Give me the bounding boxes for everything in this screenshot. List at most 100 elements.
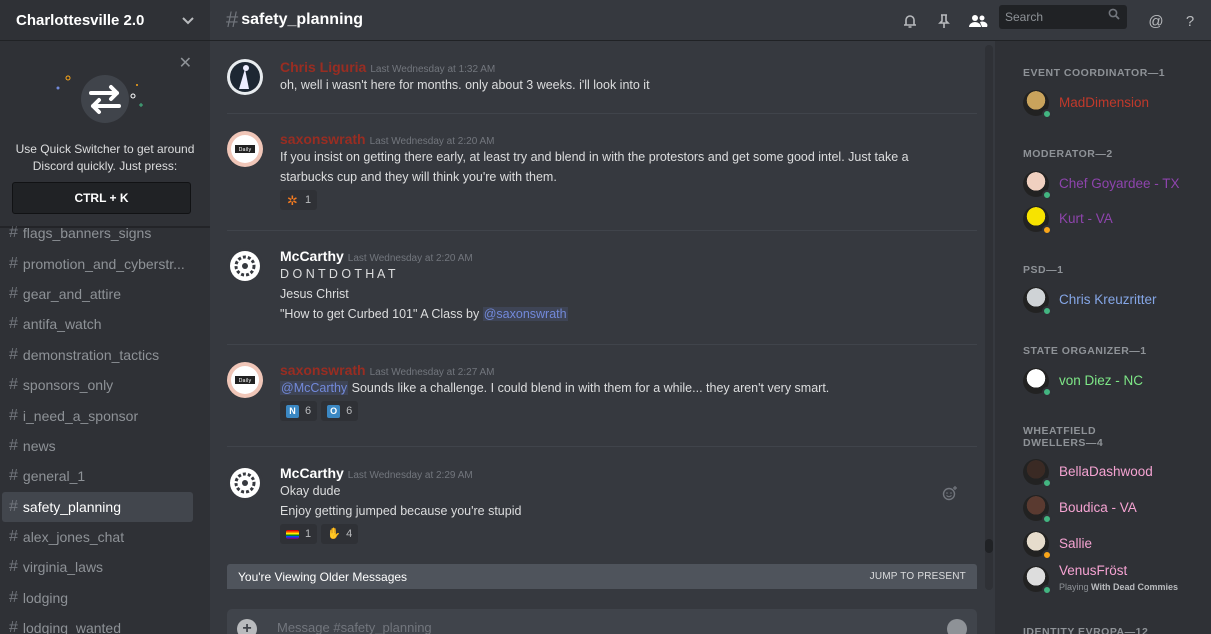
status-online-icon [1042,387,1052,397]
reaction[interactable]: O 6 [321,401,359,421]
avatar[interactable] [227,248,263,284]
member-name: Chris Kreuzritter [1059,292,1157,307]
server-header[interactable]: Charlottesville 2.0 [0,0,210,41]
user-mention[interactable]: @saxonswrath [482,307,568,321]
avatar[interactable] [227,59,263,95]
channel-item[interactable]: # antifa_watch [0,309,210,339]
avatar[interactable] [1023,171,1052,200]
jump-to-present-button[interactable]: JUMP TO PRESENT [870,571,966,582]
status-online-icon [1042,306,1052,316]
hash-icon: # [9,619,18,634]
reaction-count: 1 [305,528,312,540]
members-icon[interactable] [966,9,990,33]
hash-icon: # [9,254,18,272]
member-item[interactable]: VenusFröst Playing With Dead Commies [1023,563,1208,596]
channel-sidebar: Charlottesville 2.0 ✕ Use Quick Switcher… [0,0,210,634]
avatar[interactable] [227,465,263,501]
member-item[interactable]: MadDimension [1023,88,1208,120]
channel-label: news [22,437,56,454]
avatar[interactable] [1023,566,1052,595]
quick-switcher-text: Use Quick Switcher to get around Discord… [0,141,210,175]
channel-item[interactable]: # lodging_wanted [0,613,210,634]
channel-title: safety_planning [241,11,364,28]
message-author[interactable]: Chris Liguria [280,59,366,75]
letter-n-emoji-icon: N [286,404,299,418]
member-item[interactable]: BellaDashwood [1023,457,1208,489]
channel-label: sponsors_only [22,377,114,394]
channel-item[interactable]: # alex_jones_chat [0,522,210,552]
hand-emoji-icon: ✋ [327,527,341,540]
member-item[interactable]: von Diez - NC [1023,366,1208,398]
channel-item[interactable]: # i_need_a_sponsor [0,400,210,430]
avatar[interactable] [1023,495,1052,524]
help-icon[interactable]: ? [1178,9,1202,33]
channel-label: lodging_wanted [22,620,121,634]
channel-item[interactable]: # general_1 [0,461,210,491]
message-author[interactable]: McCarthy [280,248,344,264]
add-reaction-icon[interactable] [942,485,958,504]
hash-icon: # [9,588,18,606]
user-mention[interactable]: @McCarthy [280,381,349,395]
message-scrollbar[interactable] [985,45,993,590]
reaction[interactable]: N 6 [280,401,318,421]
avatar[interactable] [1023,90,1052,119]
shortcut-key: CTRL + K [12,182,191,214]
pin-icon[interactable] [932,9,956,33]
member-item[interactable]: Kurt - VA [1023,204,1208,236]
reaction[interactable]: ✋ 4 [321,524,359,544]
message-author[interactable]: saxonswrath [280,362,366,378]
member-name: BellaDashwood [1059,464,1153,479]
channel-item[interactable]: # virginia_laws [0,552,210,582]
channel-item[interactable]: # safety_planning [2,491,193,522]
role-header: WHEATFIELD DWELLERS—4 [1023,425,1104,449]
member-item[interactable]: Chef Goyardee - TX [1023,169,1208,201]
member-item[interactable]: Sallie [1023,529,1208,561]
channel-item[interactable]: # demonstration_tactics [0,340,210,370]
message-divider [227,446,977,447]
search-input[interactable]: Search [999,5,1127,29]
avatar[interactable] [1023,287,1052,316]
bell-icon[interactable] [898,9,922,33]
chevron-down-icon[interactable] [182,12,194,28]
emoji-picker-icon[interactable] [947,619,967,634]
activity-name: With Dead Commies [1091,582,1178,592]
message-text-part: Sounds like a challenge. I could blend i… [348,381,830,395]
member-item[interactable]: Chris Kreuzritter [1023,285,1208,317]
hash-icon: # [9,224,18,242]
avatar[interactable] [1023,206,1052,235]
message-divider [227,113,977,114]
reactions: 1 ✋ 4 [280,524,970,544]
message-input[interactable]: Message #safety_planning [277,620,432,634]
member-name: Sallie [1059,536,1093,551]
member-item[interactable]: Boudica - VA [1023,493,1208,525]
channel-item[interactable]: # news [0,431,210,461]
hash-icon: # [9,284,18,302]
channel-item[interactable]: # lodging [0,583,210,613]
message-author[interactable]: saxonswrath [280,131,366,147]
older-messages-bar: You're Viewing Older Messages JUMP TO PR… [227,564,977,589]
reaction-count: 1 [305,194,312,206]
channel-item[interactable]: # gear_and_attire [0,279,210,309]
mention-icon[interactable]: @ [1144,9,1168,33]
upload-plus-icon[interactable]: + [237,619,257,634]
reaction[interactable]: 1 [280,524,318,544]
status-online-icon [1042,514,1052,524]
avatar[interactable] [1023,459,1052,488]
close-icon[interactable]: ✕ [179,53,192,73]
message-text: If you insist on getting there early, at… [280,150,909,164]
reaction-count: 6 [305,405,312,417]
avatar[interactable] [1023,531,1052,560]
role-header: EVENT COORDINATOR—1 [1023,67,1166,79]
reaction[interactable]: ✲ 1 [280,190,318,210]
member-name: MadDimension [1059,95,1150,110]
channel-item[interactable]: # sponsors_only [0,370,210,400]
hash-icon: # [9,558,18,576]
scrollbar-thumb[interactable] [985,539,993,553]
message-author[interactable]: McCarthy [280,465,344,481]
message-composer[interactable]: + Message #safety_planning [227,609,977,634]
channel-item[interactable]: # promotion_and_cyberstr... [0,248,210,278]
avatar[interactable]: Daily [227,362,263,398]
avatar[interactable] [1023,368,1052,397]
rainbow-flag-emoji-icon [286,529,299,539]
avatar[interactable]: Daily [227,131,263,167]
